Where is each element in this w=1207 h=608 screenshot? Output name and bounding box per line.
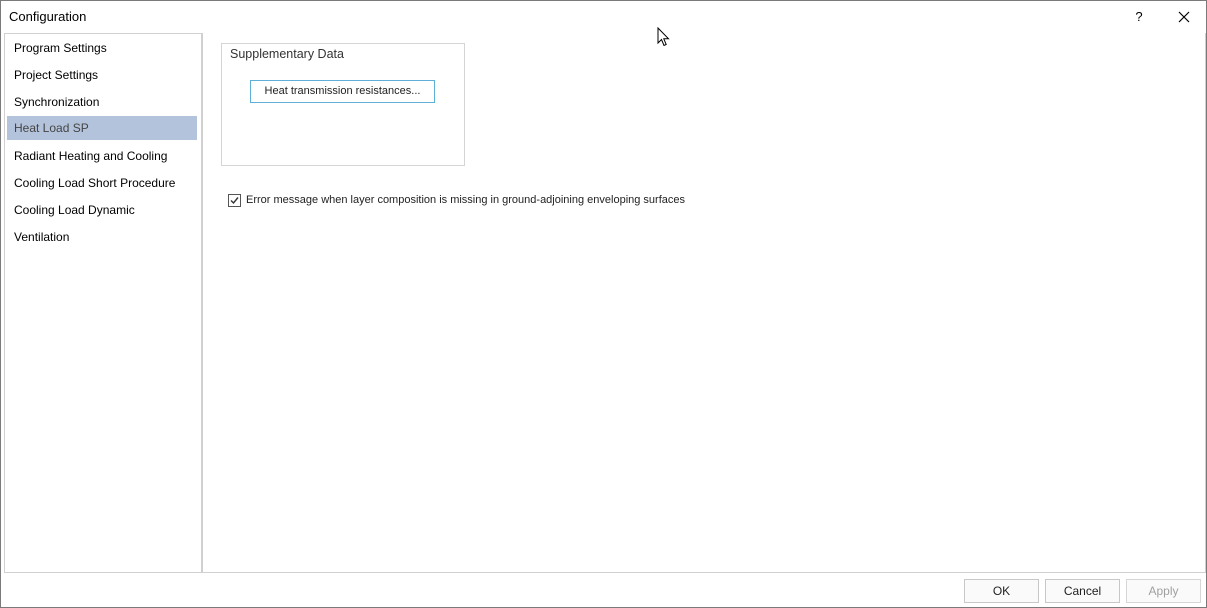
sidebar-item-program-settings[interactable]: Program Settings <box>7 36 197 60</box>
sidebar-item-radiant-heating-and-cooling[interactable]: Radiant Heating and Cooling <box>7 144 197 168</box>
sidebar-item-project-settings[interactable]: Project Settings <box>7 63 197 87</box>
window-title: Configuration <box>9 9 87 24</box>
close-button[interactable] <box>1164 1 1204 32</box>
error-message-checkbox[interactable] <box>228 193 241 207</box>
check-icon <box>230 196 239 204</box>
sidebar-item-ventilation[interactable]: Ventilation <box>7 225 197 249</box>
group-title: Supplementary Data <box>230 47 344 61</box>
sidebar-item-synchronization[interactable]: Synchronization <box>7 90 197 114</box>
close-icon <box>1178 11 1190 22</box>
ok-button[interactable]: OK <box>964 579 1039 603</box>
settings-content-panel: Supplementary Data Heat transmission res… <box>202 33 1206 573</box>
help-button[interactable]: ? <box>1124 1 1154 32</box>
heat-transmission-resistances-button[interactable]: Heat transmission resistances... <box>250 80 435 103</box>
sidebar-item-heat-load-sp[interactable]: Heat Load SP <box>7 116 197 140</box>
supplementary-data-group: Supplementary Data Heat transmission res… <box>221 43 465 166</box>
sidebar-item-cooling-load-dynamic[interactable]: Cooling Load Dynamic <box>7 198 197 222</box>
error-message-checkbox-label: Error message when layer composition is … <box>246 194 686 206</box>
settings-navigation: Program Settings Project Settings Synchr… <box>4 33 202 573</box>
configuration-dialog: Configuration ? Program Settings Project… <box>0 0 1207 608</box>
mouse-pointer-icon <box>657 27 670 47</box>
cancel-button[interactable]: Cancel <box>1045 579 1120 603</box>
sidebar-item-cooling-load-short-procedure[interactable]: Cooling Load Short Procedure <box>7 171 197 195</box>
apply-button[interactable]: Apply <box>1126 579 1201 603</box>
error-message-option: Error message when layer composition is … <box>228 193 685 207</box>
title-bar: Configuration ? <box>1 1 1206 32</box>
